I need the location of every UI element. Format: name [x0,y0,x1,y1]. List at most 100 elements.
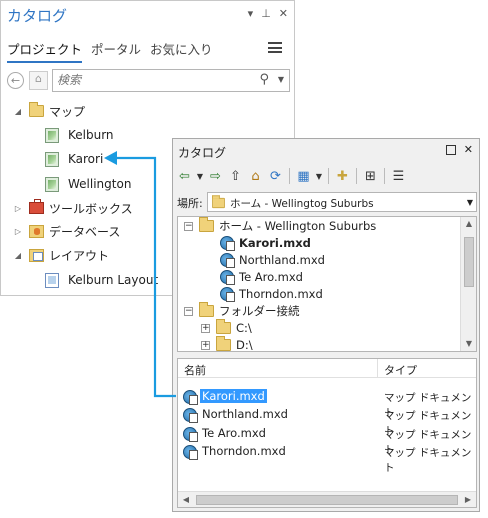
tree-item-label: Wellington [68,177,132,191]
catalog-tree-pane: − ホーム - Wellington Suburbs Karori.mxd No… [177,216,477,352]
column-header-name[interactable]: 名前 [184,362,206,378]
tab-project[interactable]: プロジェクト [7,39,83,63]
search-row: ← ⌂ ⚲ ▼ [7,69,290,93]
list-item[interactable]: Thorndon.mxd マップ ドキュメント [178,443,476,474]
map-document-icon [183,427,198,442]
expand-icon[interactable]: + [201,323,210,333]
tree-item-drive[interactable]: + D:\ [201,334,253,352]
scrollbar-thumb[interactable] [464,237,474,287]
tree-item-toolbox[interactable]: ▷ ツールボックス [12,197,133,219]
expand-icon[interactable]: ▷ [12,204,24,213]
home-folder-icon [199,217,214,232]
view-grid-icon[interactable]: ▦ [295,168,312,185]
catalog-contents-list: 名前 タイプ Karori.mxd マップ ドキュメント Northland.m… [177,358,477,508]
tree-item-label: Te Aro.mxd [239,270,303,284]
scroll-down-icon[interactable]: ▼ [461,337,476,351]
window-title: カタログ [178,146,227,160]
tree-item-label: Thorndon.mxd [239,287,323,301]
list-item-name: Thorndon.mxd [202,444,286,458]
layout-folder-icon [29,248,44,262]
map-document-icon [183,408,198,423]
list-item[interactable]: Karori.mxd マップ ドキュメント [178,388,476,419]
pane-tabs: プロジェクト ポータル お気に入り [7,39,213,63]
map-document-icon [220,270,235,285]
tree-item-label: Kelburn [68,128,114,142]
folder-icon [216,319,231,334]
toolbox-icon [29,199,44,214]
scroll-up-icon[interactable]: ▲ [461,217,476,231]
location-label: 場所: [177,197,203,210]
tree-item-maps[interactable]: ◢ マップ [12,100,85,122]
new-folder-icon[interactable]: ✚ [334,168,351,185]
pane-options-dropdown-icon[interactable]: ▾ [248,7,254,20]
collapse-icon[interactable]: ◢ [12,107,24,116]
tree-item-label: Karori [68,152,104,166]
column-divider[interactable] [377,359,378,378]
tree-item-map[interactable]: Wellington [45,173,131,195]
home-icon[interactable]: ⌂ [247,168,264,185]
close-icon[interactable]: ✕ [279,7,288,20]
tree-item-database[interactable]: ▷ データベース [12,220,120,242]
collapse-icon[interactable]: ◢ [12,251,24,260]
collapse-icon[interactable]: − [184,306,193,316]
view-dropdown-icon[interactable]: ▼ [315,168,323,185]
menu-icon[interactable] [268,42,282,53]
expand-icon[interactable]: ▷ [12,227,24,236]
map-icon [45,127,59,143]
tab-favorites[interactable]: お気に入り [150,39,213,63]
tree-vertical-scrollbar[interactable]: ▲ ▼ [460,217,476,351]
back-dropdown-icon[interactable]: ▼ [196,168,204,185]
home-folder-icon [212,195,225,209]
layout-icon [45,272,59,288]
pane-title-buttons: ▾ ⊥ ✕ [248,7,288,20]
toolbar-separator [356,168,357,184]
scroll-left-icon[interactable]: ◀ [178,492,194,507]
map-document-icon [183,445,198,460]
map-document-icon [183,390,198,405]
search-icon[interactable]: ⚲ [259,72,269,87]
location-combobox[interactable]: ホーム - Wellingtog Suburbs ▼ [207,192,477,212]
maximize-icon[interactable] [445,145,456,155]
tab-portal[interactable]: ポータル [91,39,141,63]
toolbar-separator [328,168,329,184]
tree-item-map[interactable]: Karori [45,148,103,170]
scrollbar-thumb[interactable] [196,495,458,505]
back-arrow-icon[interactable]: ⇦ [176,168,193,185]
details-view-icon[interactable]: ☰ [390,168,407,185]
tree-item-label: データベース [49,224,121,239]
catalog-toolbar: ⇦ ▼ ⇨ ⇧ ⌂ ⟳ ▦ ▼ ✚ ⊞ ☰ [176,165,476,187]
column-header-type[interactable]: タイプ [384,362,417,378]
home-icon[interactable]: ⌂ [29,71,48,90]
search-options-dropdown-icon[interactable]: ▼ [278,75,284,84]
search-input[interactable] [57,73,237,87]
list-item-name: Northland.mxd [202,407,288,421]
list-horizontal-scrollbar[interactable]: ◀ ▶ [178,491,476,507]
up-one-level-icon[interactable]: ⇧ [227,168,244,185]
list-item-name: Te Aro.mxd [202,426,266,440]
scroll-right-icon[interactable]: ▶ [460,492,476,507]
database-icon [29,224,44,238]
refresh-icon[interactable]: ⟳ [267,168,284,185]
folder-icon [216,336,231,351]
tree-item-label: Kelburn Layout [68,273,159,287]
search-box[interactable]: ⚲ ▼ [52,69,290,92]
location-dropdown-icon[interactable]: ▼ [467,198,473,207]
tree-item-map[interactable]: Kelburn [45,124,114,146]
pin-icon[interactable]: ⊥ [261,7,271,20]
tree-item-label: レイアウト [49,248,110,263]
tree-item-layouts[interactable]: ◢ レイアウト [12,244,109,266]
forward-arrow-icon[interactable]: ⇨ [207,168,224,185]
folder-icon [199,302,214,317]
tree-view-icon[interactable]: ⊞ [362,168,379,185]
tree-item-layout[interactable]: Kelburn Layout [45,269,158,291]
location-row: 場所: ホーム - Wellingtog Suburbs ▼ [177,192,477,212]
close-icon[interactable]: ✕ [464,143,473,156]
list-item[interactable]: Te Aro.mxd マップ ドキュメント [178,425,476,456]
collapse-icon[interactable]: − [184,221,193,231]
back-arrow-icon[interactable]: ← [7,72,24,89]
list-item[interactable]: Northland.mxd マップ ドキュメント [178,406,476,437]
tree-item-label: D:\ [236,338,253,352]
list-header: 名前 タイプ [178,359,476,378]
tree-item-label: Karori.mxd [239,236,311,250]
expand-icon[interactable]: + [201,340,210,350]
